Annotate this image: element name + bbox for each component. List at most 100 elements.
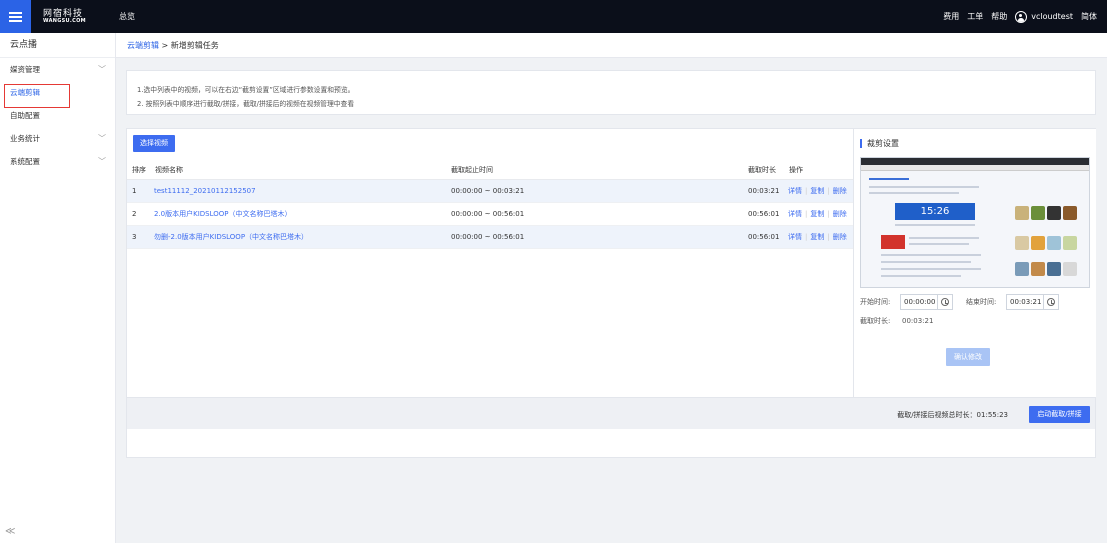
row-ops: 详情 | 复制 | 删除 xyxy=(788,226,847,248)
start-clip-button[interactable]: 启动截取/拼接 xyxy=(1029,406,1090,423)
sidebar-item-statistics[interactable]: 业务统计 ﹀ xyxy=(0,127,115,150)
top-bar: 网宿科技 WANGSU.COM 总览 费用 工单 帮助 vcloudtest 简… xyxy=(0,0,1107,33)
preview-line xyxy=(881,275,961,277)
preview-thumb xyxy=(1031,236,1045,250)
clock-icon[interactable] xyxy=(1044,294,1059,310)
start-time-input[interactable]: 00:00:00 xyxy=(900,294,938,310)
help-link[interactable]: 帮助 xyxy=(991,11,1007,22)
header-range: 截取起止时间 xyxy=(451,166,493,174)
header-duration: 截取时长 xyxy=(748,166,776,174)
table-row[interactable]: 1 test11112_20210112152507 00:00:00 ~ 00… xyxy=(127,180,853,203)
row-duration: 00:56:01 xyxy=(748,210,780,218)
start-time-label: 开始时间: xyxy=(860,298,891,306)
preview-line xyxy=(869,178,909,180)
confirm-change-button[interactable]: 确认修改 xyxy=(946,348,990,366)
breadcrumb: 云端剪辑 > 新增剪辑任务 xyxy=(116,33,1107,58)
clock-icon[interactable] xyxy=(938,294,953,310)
preview-thumb xyxy=(1047,206,1061,220)
tip-line: 1.选中列表中的视频，可以在右边“截剪设置”区域进行参数设置和预览。 xyxy=(137,86,355,94)
preview-line xyxy=(909,243,969,245)
table-header: 排序 视频名称 截取起止时间 截取时长 操作 xyxy=(127,161,853,180)
breadcrumb-separator: > xyxy=(161,41,169,50)
language-switch[interactable]: 简体 xyxy=(1081,11,1097,22)
row-range: 00:00:00 ~ 00:56:01 xyxy=(451,210,525,218)
copy-link[interactable]: 复制 xyxy=(810,186,824,196)
sidebar-item-label: 系统配置 xyxy=(10,157,40,166)
menu-icon[interactable] xyxy=(0,0,31,33)
header-name: 视频名称 xyxy=(155,166,183,174)
main-content: 1.选中列表中的视频，可以在右边“截剪设置”区域进行参数设置和预览。 2. 按照… xyxy=(116,58,1107,543)
video-list: 选择视频 排序 视频名称 截取起止时间 截取时长 操作 1 test11112_… xyxy=(127,129,853,397)
user-menu[interactable]: vcloudtest xyxy=(1015,10,1073,23)
header-order: 排序 xyxy=(132,166,146,174)
tips-box: 1.选中列表中的视频，可以在右边“截剪设置”区域进行参数设置和预览。 2. 按照… xyxy=(126,70,1096,115)
preview-thumb xyxy=(1031,206,1045,220)
preview-address-bar xyxy=(861,165,1089,171)
ticket-link[interactable]: 工单 xyxy=(967,11,983,22)
row-name[interactable]: 2.0版本用户KIDSLOOP（中文名称巴塔木） xyxy=(154,203,292,225)
preview-line xyxy=(909,237,979,239)
chevron-down-icon: ﹀ xyxy=(98,157,106,166)
time-range-row: 开始时间: 00:00:00 结束时间: 00:03:21 xyxy=(860,294,1059,310)
preview-line xyxy=(881,268,981,270)
end-time-input[interactable]: 00:03:21 xyxy=(1006,294,1044,310)
row-range: 00:00:00 ~ 00:56:01 xyxy=(451,233,525,241)
breadcrumb-current: 新增剪辑任务 xyxy=(170,41,219,50)
header-ops: 操作 xyxy=(789,166,803,174)
preview-line xyxy=(869,192,959,194)
logo[interactable]: 网宿科技 WANGSU.COM xyxy=(43,9,95,24)
panel-footer: 截取/拼接后视频总时长：01:55:23 启动截取/拼接 xyxy=(127,397,1095,429)
breadcrumb-parent[interactable]: 云端剪辑 xyxy=(127,41,159,50)
duration-label: 截取时长: xyxy=(860,317,891,325)
overview-link[interactable]: 总览 xyxy=(119,11,135,22)
tip-line: 2. 按照列表中顺序进行截取/拼接，截取/拼接后的视频在视频管理中查看 xyxy=(137,100,355,108)
row-name[interactable]: 勿删-2.0版本用户KIDSLOOP（中文名称巴塔木） xyxy=(154,226,308,248)
detail-link[interactable]: 详情 xyxy=(788,209,802,219)
preview-line xyxy=(881,261,971,263)
table-row[interactable]: 2 2.0版本用户KIDSLOOP（中文名称巴塔木） 00:00:00 ~ 00… xyxy=(127,203,853,226)
copy-link[interactable]: 复制 xyxy=(810,209,824,219)
divider: | xyxy=(827,233,830,241)
preview-thumb xyxy=(1063,206,1077,220)
preview-thumb xyxy=(1015,262,1029,276)
delete-link[interactable]: 删除 xyxy=(833,232,847,242)
detail-link[interactable]: 详情 xyxy=(788,232,802,242)
sidebar: 云点播 媒资管理 ﹀ 云端剪辑 自助配置 业务统计 ﹀ 系统配置 ﹀ ≪ xyxy=(0,33,116,543)
top-right-nav: 费用 工单 帮助 vcloudtest 简体 xyxy=(943,10,1107,23)
divider: | xyxy=(805,210,808,218)
row-order: 1 xyxy=(132,187,137,195)
highlight-box xyxy=(4,84,70,108)
username: vcloudtest xyxy=(1031,12,1073,21)
table-row[interactable]: 3 勿删-2.0版本用户KIDSLOOP（中文名称巴塔木） 00:00:00 ~… xyxy=(127,226,853,249)
sidebar-item-label: 自助配置 xyxy=(10,111,40,120)
detail-link[interactable]: 详情 xyxy=(788,186,802,196)
sidebar-item-media[interactable]: 媒资管理 ﹀ xyxy=(0,58,115,81)
preview-browser-bar xyxy=(861,158,1089,165)
row-order: 2 xyxy=(132,210,137,218)
clip-settings-panel: 裁剪设置 15:26 开始时间: 00:00:00 结束时间: 00:03:21… xyxy=(853,129,1096,397)
logo-en: WANGSU.COM xyxy=(43,17,86,24)
divider: | xyxy=(827,210,830,218)
row-ops: 详情 | 复制 | 删除 xyxy=(788,203,847,225)
preview-line xyxy=(895,224,975,226)
row-name[interactable]: test11112_20210112152507 xyxy=(154,180,256,202)
row-range: 00:00:00 ~ 00:03:21 xyxy=(451,187,525,195)
end-time-label: 结束时间: xyxy=(966,298,997,306)
billing-link[interactable]: 费用 xyxy=(943,11,959,22)
copy-link[interactable]: 复制 xyxy=(810,232,824,242)
chevron-down-icon: ﹀ xyxy=(98,134,106,143)
row-order: 3 xyxy=(132,233,137,241)
delete-link[interactable]: 删除 xyxy=(833,209,847,219)
row-duration: 00:56:01 xyxy=(748,233,780,241)
delete-link[interactable]: 删除 xyxy=(833,186,847,196)
sidebar-title: 云点播 xyxy=(0,33,115,58)
duration-value: 00:03:21 xyxy=(902,317,934,325)
row-duration: 00:03:21 xyxy=(748,187,780,195)
preview-thumb xyxy=(1063,262,1077,276)
preview-thumb xyxy=(1063,236,1077,250)
video-preview[interactable]: 15:26 xyxy=(860,157,1090,288)
select-video-button[interactable]: 选择视频 xyxy=(133,135,175,152)
edit-panel: 选择视频 排序 视频名称 截取起止时间 截取时长 操作 1 test11112_… xyxy=(126,128,1096,458)
sidebar-item-system-config[interactable]: 系统配置 ﹀ xyxy=(0,150,115,173)
collapse-icon[interactable]: ≪ xyxy=(5,526,15,537)
